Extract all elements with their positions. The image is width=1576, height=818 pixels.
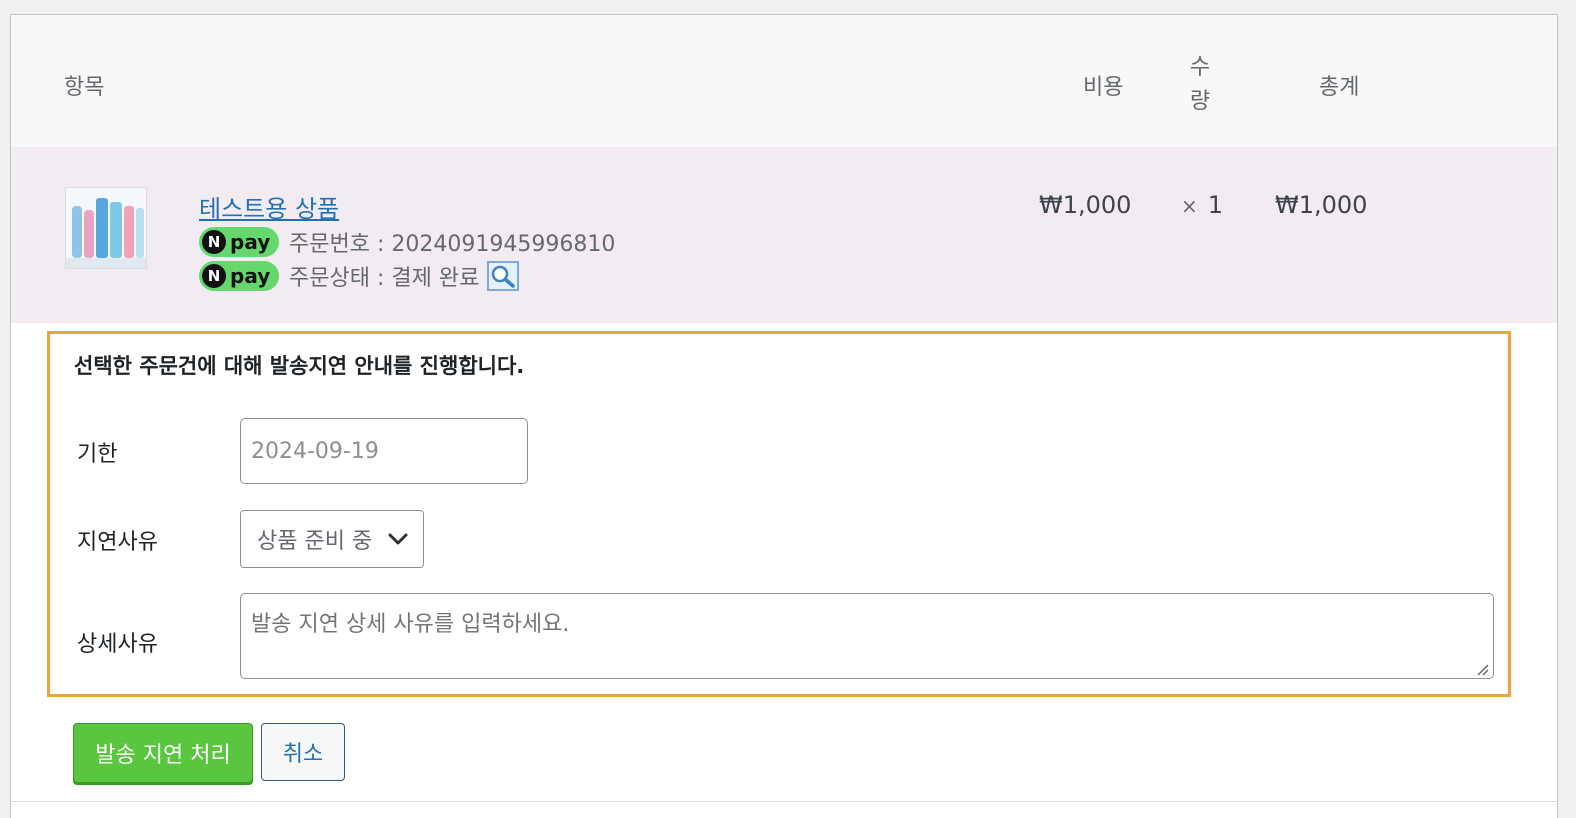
product-thumbnail-image [66, 188, 146, 268]
header-qty-line2: 량 [1189, 89, 1211, 114]
npay-logo: N pay [199, 261, 279, 291]
order-items-panel: 항목 비용 수 량 총계 테스트용 상품 N pay 주문번호: 202409… [10, 14, 1558, 818]
shipping-delay-form: 선택한 주문건에 대해 발송지연 안내를 진행합니다. 기한 지연사유 상품 준… [47, 331, 1511, 697]
bottom-divider [11, 801, 1557, 802]
product-thumbnail[interactable] [65, 187, 147, 269]
npay-logo: N pay [199, 227, 279, 257]
header-qty-line1: 수 [1189, 55, 1211, 80]
npay-n-mark: N [202, 264, 226, 288]
order-status-line: N pay 주문상태 : 결제 완료 [199, 261, 520, 291]
qty-times-sign: × [1181, 194, 1198, 218]
resize-grip-icon[interactable] [1474, 661, 1490, 677]
delay-detail-label: 상세사유 [77, 632, 158, 657]
npay-n-mark: N [202, 230, 226, 254]
order-number: 주문번호 : 2024091945996810 [289, 232, 616, 257]
header-qty: 수 량 [1187, 51, 1213, 119]
delay-reason-label: 지연사유 [77, 530, 158, 555]
item-total: ₩1,000 [1275, 191, 1368, 219]
item-qty: × 1 [1181, 191, 1223, 219]
item-cost: ₩1,000 [1039, 191, 1132, 219]
header-item: 항목 [64, 75, 105, 100]
chevron-down-icon [388, 533, 408, 545]
npay-text: pay [230, 230, 271, 254]
qty-value: 1 [1207, 191, 1224, 219]
delay-notice: 선택한 주문건에 대해 발송지연 안내를 진행합니다. [74, 354, 525, 378]
header-cost: 비용 [1083, 75, 1124, 100]
npay-text: pay [230, 264, 271, 288]
deadline-label: 기한 [77, 442, 118, 467]
cancel-button[interactable]: 취소 [261, 723, 345, 781]
submit-delay-button[interactable]: 발송 지연 처리 [73, 723, 253, 783]
delay-detail-textarea[interactable] [240, 593, 1494, 679]
search-icon[interactable] [487, 261, 520, 291]
product-name-link[interactable]: 테스트용 상품 [199, 189, 339, 224]
delay-reason-select[interactable]: 상품 준비 중 [240, 510, 424, 568]
delay-reason-selected: 상품 준비 중 [257, 529, 373, 554]
order-status: 주문상태 : 결제 완료 [289, 266, 480, 291]
table-row: 테스트용 상품 N pay 주문번호 : 2024091945996810 N … [11, 147, 1557, 323]
deadline-input[interactable] [240, 418, 528, 484]
table-header: 항목 비용 수 량 총계 [11, 15, 1557, 147]
header-total: 총계 [1319, 75, 1360, 100]
order-number-line: N pay 주문번호 : 2024091945996810 [199, 227, 615, 257]
